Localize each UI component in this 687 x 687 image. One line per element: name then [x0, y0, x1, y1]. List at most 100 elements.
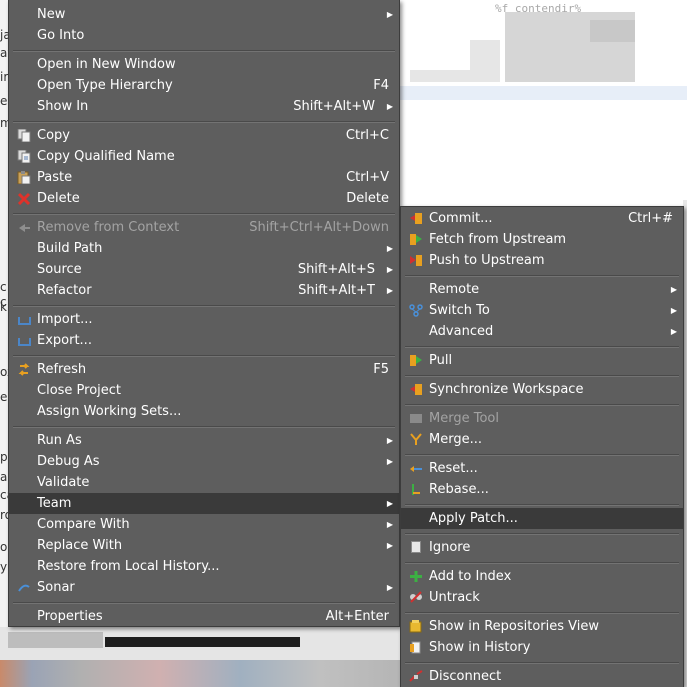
menu-item-validate[interactable]: Validate [9, 472, 399, 493]
background-text-fragment: c [0, 280, 7, 294]
menu-separator [13, 355, 395, 357]
sonar-icon [17, 581, 31, 594]
menu-item-show-in-repositories-view[interactable]: Show in Repositories View [401, 616, 683, 637]
menu-item-advanced[interactable]: Advanced ▶ [401, 321, 683, 342]
remove-context-icon [17, 221, 31, 234]
commit-icon [409, 212, 423, 225]
menu-item-paste[interactable]: Paste Ctrl+V [9, 167, 399, 188]
submenu-arrow-icon: ▶ [386, 541, 393, 550]
submenu-arrow-icon: ▶ [386, 265, 393, 274]
submenu-arrow-icon: ▶ [386, 457, 393, 466]
menu-item-refactor[interactable]: Refactor Shift+Alt+T ▶ [9, 280, 399, 301]
menu-item-reset[interactable]: Reset... [401, 458, 683, 479]
menu-item-untrack[interactable]: Untrack [401, 587, 683, 608]
background-blur-block [590, 20, 635, 42]
menu-item-add-to-index[interactable]: Add to Index [401, 566, 683, 587]
menu-item-import[interactable]: Import... [9, 309, 399, 330]
copy-icon [17, 128, 31, 143]
menu-item-open-in-new-window[interactable]: Open in New Window [9, 54, 399, 75]
menu-separator [405, 346, 679, 348]
menu-item-copy[interactable]: Copy Ctrl+C [9, 125, 399, 146]
menu-item-show-in-history[interactable]: Show in History [401, 637, 683, 658]
menu-separator [13, 213, 395, 215]
menu-item-ignore[interactable]: Ignore [401, 537, 683, 558]
untrack-icon [409, 591, 423, 604]
background-selected-line [400, 86, 687, 100]
submenu-arrow-icon: ▶ [386, 102, 393, 111]
menu-item-commit[interactable]: Commit... Ctrl+# [401, 208, 683, 229]
menu-item-switch-to[interactable]: Switch To ▶ [401, 300, 683, 321]
menu-item-restore-from-local-history[interactable]: Restore from Local History... [9, 556, 399, 577]
submenu-arrow-icon: ▶ [386, 10, 393, 19]
background-blur-block [410, 70, 500, 82]
background-text-fragment: p [0, 450, 8, 464]
submenu-arrow-icon: ▶ [670, 306, 677, 315]
menu-item-synchronize-workspace[interactable]: Synchronize Workspace [401, 379, 683, 400]
menu-separator [405, 454, 679, 456]
submenu-arrow-icon: ▶ [386, 520, 393, 529]
menu-item-disconnect[interactable]: Disconnect [401, 666, 683, 687]
menu-item-push-to-upstream[interactable]: Push to Upstream [401, 250, 683, 271]
menu-item-open-type-hierarchy[interactable]: Open Type Hierarchy F4 [9, 75, 399, 96]
menu-item-replace-with[interactable]: Replace With ▶ [9, 535, 399, 556]
menu-item-debug-as[interactable]: Debug As ▶ [9, 451, 399, 472]
menu-item-assign-working-sets[interactable]: Assign Working Sets... [9, 401, 399, 422]
background-bottom-area [0, 627, 400, 687]
background-text-fragment: y [0, 560, 8, 574]
disconnect-icon [409, 670, 423, 683]
menu-item-new[interactable]: New ▶ [9, 4, 399, 25]
submenu-arrow-icon: ▶ [386, 286, 393, 295]
menu-item-fetch-from-upstream[interactable]: Fetch from Upstream [401, 229, 683, 250]
menu-item-remove-from-context[interactable]: Remove from Context Shift+Ctrl+Alt+Down [9, 217, 399, 238]
menu-item-properties[interactable]: Properties Alt+Enter [9, 606, 399, 627]
submenu-arrow-icon: ▶ [670, 327, 677, 336]
submenu-arrow-icon: ▶ [386, 583, 393, 592]
menu-separator [13, 50, 395, 52]
menu-item-refresh[interactable]: Refresh F5 [9, 359, 399, 380]
background-text-fragment: k [0, 300, 7, 314]
menu-item-run-as[interactable]: Run As ▶ [9, 430, 399, 451]
switch-to-icon [409, 304, 423, 317]
menu-item-go-into[interactable]: Go Into [9, 25, 399, 46]
menu-item-copy-qualified-name[interactable]: Copy Qualified Name [9, 146, 399, 167]
menu-item-rebase[interactable]: Rebase... [401, 479, 683, 500]
menu-item-build-path[interactable]: Build Path ▶ [9, 238, 399, 259]
refresh-icon [17, 363, 31, 376]
submenu-arrow-icon: ▶ [386, 436, 393, 445]
history-icon [409, 641, 423, 654]
submenu-arrow-icon: ▶ [670, 285, 677, 294]
menu-item-sonar[interactable]: Sonar ▶ [9, 577, 399, 598]
repositories-view-icon [409, 620, 423, 633]
menu-item-merge[interactable]: Merge... [401, 429, 683, 450]
menu-item-source[interactable]: Source Shift+Alt+S ▶ [9, 259, 399, 280]
pull-icon [409, 354, 423, 367]
menu-item-merge-tool[interactable]: Merge Tool [401, 408, 683, 429]
delete-icon [17, 192, 31, 206]
menu-item-export[interactable]: Export... [9, 330, 399, 351]
paste-icon [17, 171, 31, 185]
menu-item-apply-patch[interactable]: Apply Patch... [401, 508, 683, 529]
menu-separator [13, 121, 395, 123]
menu-separator [405, 662, 679, 664]
menu-item-show-in[interactable]: Show In Shift+Alt+W ▶ [9, 96, 399, 117]
add-to-index-icon [409, 570, 423, 583]
merge-tool-icon [409, 412, 423, 425]
menu-item-remote[interactable]: Remote ▶ [401, 279, 683, 300]
rebase-icon [409, 483, 423, 496]
menu-item-compare-with[interactable]: Compare With ▶ [9, 514, 399, 535]
menu-item-pull[interactable]: Pull [401, 350, 683, 371]
menu-separator [13, 426, 395, 428]
menu-item-delete[interactable]: Delete Delete [9, 188, 399, 209]
menu-separator [405, 562, 679, 564]
menu-separator [13, 305, 395, 307]
menu-item-close-project[interactable]: Close Project [9, 380, 399, 401]
copy-qualified-name-icon [17, 149, 31, 164]
push-icon [409, 254, 423, 267]
menu-item-team[interactable]: Team ▶ [9, 493, 399, 514]
submenu-arrow-icon: ▶ [386, 244, 393, 253]
background-text-fragment: e [0, 390, 8, 404]
submenu-arrow-icon: ▶ [386, 499, 393, 508]
reset-icon [409, 462, 423, 475]
background-blur-block [470, 40, 500, 70]
merge-icon [409, 433, 423, 446]
